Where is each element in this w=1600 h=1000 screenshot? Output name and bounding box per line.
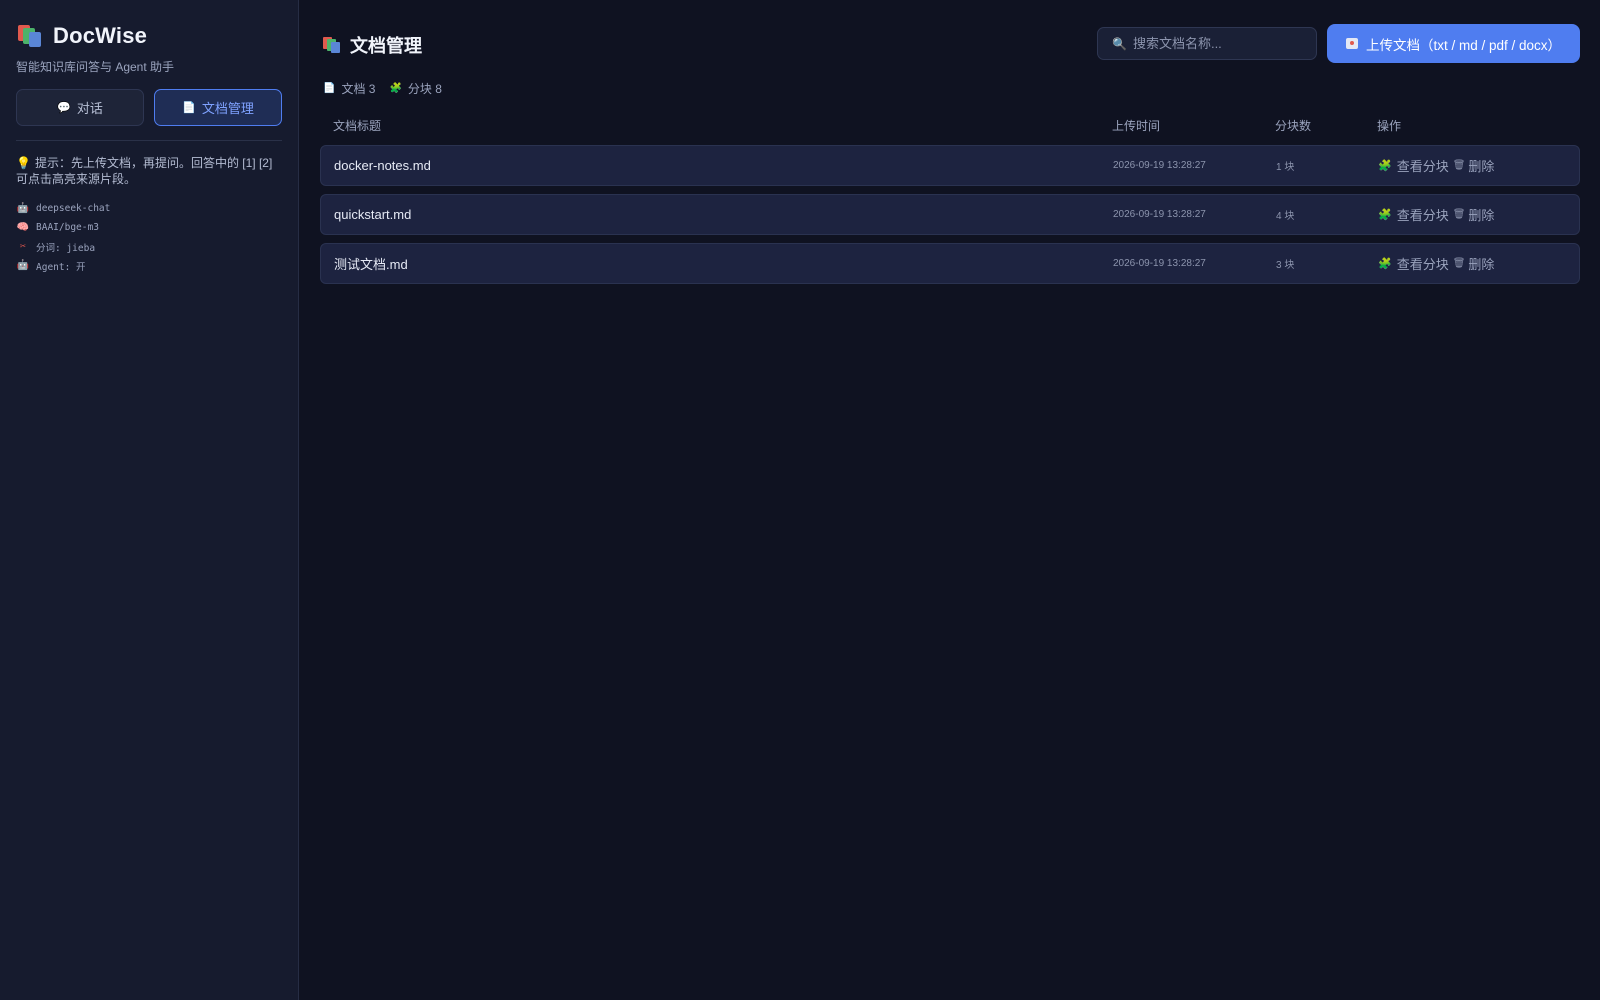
trash-icon: 🗑 xyxy=(1452,258,1466,269)
delete-label: 删除 xyxy=(1468,159,1495,174)
sidebar: DocWise 智能知识库问答与 Agent 助手 💬 对话 📄 文档管理 💡 提… xyxy=(0,0,299,1000)
delete-button[interactable]: 🗑 删除 xyxy=(1453,205,1495,224)
tip-text: 💡 提示：先上传文档，再提问。回答中的 [1] [2] 可点击高亮来源片段。 xyxy=(16,155,282,187)
robot-icon: 🤖 xyxy=(16,203,30,214)
doc-actions: 🧩 查看分块 🗑 删除 xyxy=(1378,244,1494,283)
meta-tokenizer: ✂ 分词: jieba xyxy=(16,237,282,256)
document-icon: 📄 xyxy=(323,83,336,94)
table-row: quickstart.md 2026-09-19 13:28:27 4 块 🧩 … xyxy=(320,194,1580,235)
search-input[interactable] xyxy=(1132,36,1303,51)
doc-chunk-count: 1 块 xyxy=(1276,162,1295,173)
view-chunks-button[interactable]: 🧩 查看分块 xyxy=(1378,254,1449,273)
document-icon: 📄 xyxy=(182,102,196,114)
doc-count-label: 文档 3 xyxy=(341,82,376,96)
view-chunks-button[interactable]: 🧩 查看分块 xyxy=(1378,205,1449,224)
upload-icon xyxy=(1345,38,1358,49)
search-box[interactable]: 🔍 xyxy=(1097,27,1317,60)
table-row: 测试文档.md 2026-09-19 13:28:27 3 块 🧩 查看分块 🗑… xyxy=(320,243,1580,284)
delete-label: 删除 xyxy=(1468,208,1495,223)
sidebar-divider xyxy=(16,140,282,141)
header-actions: 操作 xyxy=(1377,119,1402,133)
view-chunks-label: 查看分块 xyxy=(1396,159,1449,174)
doc-count: 📄 文档 3 xyxy=(323,80,375,97)
scissors-icon: ✂ xyxy=(19,241,27,252)
doc-upload-time: 2026-09-19 13:28:27 xyxy=(1113,209,1206,220)
page-title: 文档管理 xyxy=(323,32,422,58)
puzzle-icon: 🧩 xyxy=(1378,160,1392,172)
table-row: docker-notes.md 2026-09-19 13:28:27 1 块 … xyxy=(320,145,1580,186)
trash-icon: 🗑 xyxy=(1452,160,1466,171)
header-title: 文档标题 xyxy=(333,119,382,133)
brand-title: DocWise xyxy=(53,23,148,48)
doc-actions: 🧩 查看分块 🗑 删除 xyxy=(1378,146,1494,185)
model-info: 🤖 deepseek-chat 🧠 BAAI/bge-m3 ✂ 分词: jieb… xyxy=(16,199,282,275)
header-upload-time: 上传时间 xyxy=(1112,119,1161,133)
view-chunks-label: 查看分块 xyxy=(1396,208,1449,223)
robot-icon: 🤖 xyxy=(16,260,30,271)
doc-title: quickstart.md xyxy=(334,207,412,222)
meta-embedding-label: BAAI/bge-m3 xyxy=(36,222,99,233)
stats-bar: 📄 文档 3 🧩 分块 8 xyxy=(323,80,456,97)
doc-actions: 🧩 查看分块 🗑 删除 xyxy=(1378,195,1494,234)
chat-bubble-icon: 💬 xyxy=(57,102,71,114)
books-logo-icon xyxy=(18,25,42,47)
brand-subtitle: 智能知识库问答与 Agent 助手 xyxy=(16,60,175,74)
lightbulb-icon: 💡 xyxy=(16,156,31,170)
nav-chat-button[interactable]: 💬 对话 xyxy=(16,89,144,126)
nav-tabs: 💬 对话 📄 文档管理 xyxy=(16,89,282,126)
delete-button[interactable]: 🗑 删除 xyxy=(1453,156,1495,175)
doc-chunk-count: 4 块 xyxy=(1276,211,1295,222)
view-chunks-button[interactable]: 🧩 查看分块 xyxy=(1378,156,1449,175)
doc-chunk-count: 3 块 xyxy=(1276,260,1295,271)
meta-agent-label: Agent: 开 xyxy=(36,261,86,273)
meta-tokenizer-label: 分词: jieba xyxy=(36,242,96,254)
brand: DocWise xyxy=(16,20,282,52)
page-title-label: 文档管理 xyxy=(350,36,422,56)
chunk-count: 🧩 分块 8 xyxy=(389,80,441,97)
puzzle-icon: 🧩 xyxy=(1378,209,1392,221)
brain-icon: 🧠 xyxy=(16,222,30,233)
search-icon: 🔍 xyxy=(1112,36,1127,51)
meta-llm: 🤖 deepseek-chat xyxy=(16,199,282,218)
upload-label: 上传文档（txt / md / pdf / docx） xyxy=(1365,37,1562,53)
main-panel: 文档管理 🔍 上传文档（txt / md / pdf / docx） 📄 文档 … xyxy=(300,0,1600,1000)
nav-documents-label: 文档管理 xyxy=(201,101,254,116)
chunk-count-label: 分块 8 xyxy=(407,82,442,96)
meta-agent: 🤖 Agent: 开 xyxy=(16,256,282,275)
doc-upload-time: 2026-09-19 13:28:27 xyxy=(1113,258,1206,269)
puzzle-icon: 🧩 xyxy=(1378,258,1392,270)
table-header: 文档标题 上传时间 分块数 操作 xyxy=(320,114,1580,136)
books-icon xyxy=(323,37,341,53)
delete-label: 删除 xyxy=(1468,257,1495,272)
tip-label: 提示：先上传文档，再提问。回答中的 [1] [2] 可点击高亮来源片段。 xyxy=(16,156,273,186)
document-list: docker-notes.md 2026-09-19 13:28:27 1 块 … xyxy=(320,145,1580,292)
doc-title: 测试文档.md xyxy=(334,257,408,272)
meta-embedding: 🧠 BAAI/bge-m3 xyxy=(16,218,282,237)
trash-icon: 🗑 xyxy=(1452,209,1466,220)
upload-button[interactable]: 上传文档（txt / md / pdf / docx） xyxy=(1327,24,1580,63)
puzzle-icon: 🧩 xyxy=(389,83,402,94)
doc-title: docker-notes.md xyxy=(334,158,431,173)
nav-documents-button[interactable]: 📄 文档管理 xyxy=(154,89,282,126)
doc-upload-time: 2026-09-19 13:28:27 xyxy=(1113,160,1206,171)
topbar: 文档管理 🔍 上传文档（txt / md / pdf / docx） xyxy=(320,24,1580,64)
view-chunks-label: 查看分块 xyxy=(1396,257,1449,272)
nav-chat-label: 对话 xyxy=(76,101,103,116)
meta-llm-label: deepseek-chat xyxy=(36,203,111,214)
header-chunk-count: 分块数 xyxy=(1275,119,1312,133)
delete-button[interactable]: 🗑 删除 xyxy=(1453,254,1495,273)
